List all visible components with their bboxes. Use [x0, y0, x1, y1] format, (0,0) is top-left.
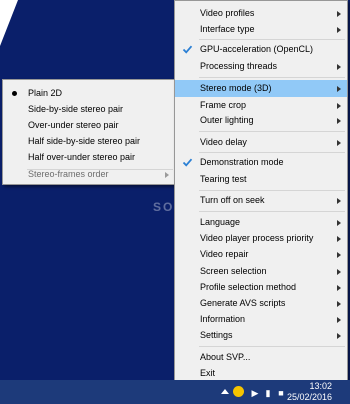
menu-separator	[199, 39, 345, 40]
menu-item-language[interactable]: Language	[175, 214, 347, 231]
menu-item-label: Demonstration mode	[200, 157, 284, 167]
menu-item-video-profiles[interactable]: Video profiles	[175, 5, 347, 22]
menu-item-label: Video repair	[200, 249, 249, 259]
clock-time[interactable]: 13:02	[309, 381, 332, 391]
menu-item-information[interactable]: Information	[175, 311, 347, 328]
menu-item-video-repair[interactable]: Video repair	[175, 246, 347, 263]
menu-item-label: Interface type	[200, 24, 255, 34]
submenu-arrow-icon	[337, 140, 341, 146]
submenu-arrow-icon	[337, 103, 341, 109]
taskbar: ▶ ▮ ■ 13:02 25/02/2016	[0, 380, 350, 404]
submenu-arrow-icon	[337, 86, 341, 92]
menu-item-stereo-frames-order: Stereo-frames order	[3, 166, 175, 183]
submenu-arrow-icon	[337, 285, 341, 291]
menu-item-label: Settings	[200, 330, 233, 340]
menu-item-gpu-acceleration[interactable]: GPU-acceleration (OpenCL)	[175, 41, 347, 58]
menu-item-label: Exit	[200, 368, 216, 378]
submenu-arrow-icon	[337, 198, 341, 204]
submenu-arrow-icon	[337, 252, 341, 258]
submenu-arrow-icon	[337, 317, 341, 323]
menu-item-stereo-mode[interactable]: Stereo mode (3D)	[175, 80, 347, 97]
menu-item-process-priority[interactable]: Video player process priority	[175, 230, 347, 247]
speaker-icon[interactable]: ▶	[250, 388, 260, 398]
menu-item-tearing-test[interactable]: Tearing test	[175, 171, 347, 188]
menu-item-label: Half over-under stereo pair	[28, 152, 136, 162]
menu-item-demonstration-mode[interactable]: Demonstration mode	[175, 154, 347, 171]
menu-item-generate-avs-scripts[interactable]: Generate AVS scripts	[175, 295, 347, 312]
menu-separator	[199, 346, 345, 347]
menu-item-half-side-by-side[interactable]: Half side-by-side stereo pair	[3, 133, 175, 150]
menu-item-label: Stereo-frames order	[28, 169, 109, 179]
menu-item-profile-selection-method[interactable]: Profile selection method	[175, 279, 347, 296]
submenu-arrow-icon	[337, 118, 341, 124]
menu-item-label: Tearing test	[200, 174, 247, 184]
radio-bullet-icon	[12, 91, 17, 96]
menu-item-turn-off-on-seek[interactable]: Turn off on seek	[175, 192, 347, 209]
menu-item-plain-2d[interactable]: Plain 2D	[3, 85, 175, 102]
network-icon[interactable]: ▮	[263, 388, 273, 398]
stereo-mode-submenu: Plain 2D Side-by-side stereo pair Over-u…	[2, 79, 176, 185]
menu-item-label: Side-by-side stereo pair	[28, 104, 124, 114]
submenu-arrow-icon	[337, 27, 341, 33]
menu-item-label: Plain 2D	[28, 88, 63, 98]
menu-item-over-under[interactable]: Over-under stereo pair	[3, 117, 175, 134]
checkmark-icon	[182, 158, 193, 167]
menu-item-label: Language	[200, 217, 241, 227]
menu-item-label: GPU-acceleration (OpenCL)	[200, 44, 314, 54]
menu-item-video-delay[interactable]: Video delay	[175, 134, 347, 151]
menu-item-label: Outer lighting	[200, 115, 254, 125]
desktop-logo-shape	[0, 0, 18, 46]
clock-date[interactable]: 25/02/2016	[287, 392, 332, 402]
menu-item-label: Screen selection	[200, 266, 267, 276]
submenu-arrow-icon	[165, 172, 169, 178]
menu-item-side-by-side[interactable]: Side-by-side stereo pair	[3, 101, 175, 118]
menu-separator	[199, 190, 345, 191]
menu-item-outer-lighting[interactable]: Outer lighting	[175, 112, 347, 129]
menu-item-settings[interactable]: Settings	[175, 327, 347, 344]
menu-item-label: Half side-by-side stereo pair	[28, 136, 141, 146]
checkmark-icon	[182, 45, 193, 54]
svp-tray-icon[interactable]	[233, 386, 244, 397]
menu-item-label: Generate AVS scripts	[200, 298, 286, 308]
menu-item-label: Video profiles	[200, 8, 255, 18]
menu-item-label: Over-under stereo pair	[28, 120, 119, 130]
submenu-arrow-icon	[337, 301, 341, 307]
menu-item-label: About SVP...	[200, 352, 251, 362]
submenu-arrow-icon	[337, 220, 341, 226]
menu-item-label: Processing threads	[200, 61, 278, 71]
menu-item-label: Frame crop	[200, 100, 247, 110]
menu-separator	[199, 131, 345, 132]
menu-item-processing-threads[interactable]: Processing threads	[175, 58, 347, 75]
menu-separator	[199, 152, 345, 153]
action-center-icon[interactable]: ■	[276, 388, 286, 398]
submenu-arrow-icon	[337, 333, 341, 339]
menu-item-about-svp[interactable]: About SVP...	[175, 349, 347, 366]
show-hidden-icons-icon[interactable]	[221, 389, 229, 394]
menu-item-label: Video player process priority	[200, 233, 314, 243]
menu-item-label: Information	[200, 314, 246, 324]
menu-item-label: Video delay	[200, 137, 247, 147]
menu-item-label: Stereo mode (3D)	[200, 83, 272, 93]
menu-separator	[199, 77, 345, 78]
menu-item-label: Profile selection method	[200, 282, 297, 292]
submenu-arrow-icon	[337, 236, 341, 242]
menu-separator	[199, 211, 345, 212]
submenu-arrow-icon	[337, 11, 341, 17]
submenu-arrow-icon	[337, 269, 341, 275]
menu-item-screen-selection[interactable]: Screen selection	[175, 263, 347, 280]
menu-item-half-over-under[interactable]: Half over-under stereo pair	[3, 149, 175, 166]
svp-context-menu: Video profiles Interface type GPU-accele…	[174, 0, 348, 382]
menu-item-interface-type[interactable]: Interface type	[175, 21, 347, 38]
menu-item-label: Turn off on seek	[200, 195, 265, 205]
submenu-arrow-icon	[337, 64, 341, 70]
